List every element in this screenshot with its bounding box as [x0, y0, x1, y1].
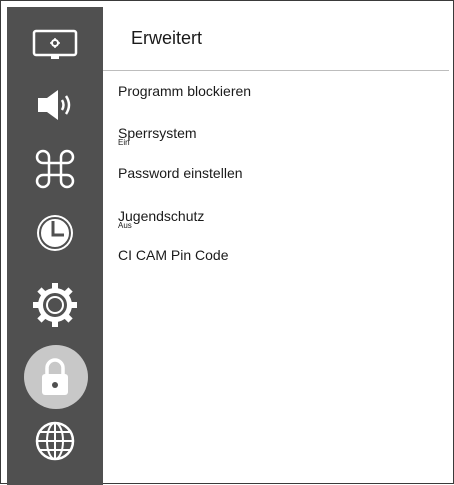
speaker-icon: [38, 90, 71, 120]
globe-icon: [35, 421, 75, 461]
page-title: Erweitert: [131, 28, 203, 48]
sidebar-item-sound[interactable]: [7, 73, 103, 137]
sidebar-item-command[interactable]: [7, 137, 103, 201]
menu-item-label: Programm blockieren: [118, 83, 252, 99]
menu-item-programm-blockieren[interactable]: Programm blockieren: [118, 83, 251, 99]
clock-icon: [37, 215, 73, 251]
menu-item-ci-cam-pin-code[interactable]: CI CAM Pin Code: [118, 247, 228, 263]
command-key-icon: [35, 149, 75, 189]
monitor-icon: [32, 29, 78, 59]
menu-item-label: Sperrsystem: [118, 125, 197, 141]
sidebar-item-network[interactable]: [7, 409, 103, 473]
screen-frame: Erweitert Programm blockieren Sperrsyste…: [0, 0, 454, 485]
sidebar: [7, 7, 103, 485]
sidebar-item-timer[interactable]: [7, 201, 103, 265]
menu-item-jugendschutz[interactable]: Jugendschutz Aus: [118, 208, 204, 230]
sidebar-item-settings[interactable]: [7, 273, 103, 337]
sidebar-item-lock[interactable]: [7, 345, 103, 409]
menu-item-label: Password einstellen: [118, 165, 243, 181]
gear-icon: [33, 283, 77, 327]
menu-item-sperrsystem[interactable]: Sperrsystem Ein: [118, 125, 197, 147]
sidebar-item-display[interactable]: [7, 17, 103, 73]
lock-icon: [42, 358, 68, 395]
menu-item-password-einstellen[interactable]: Password einstellen: [118, 165, 243, 181]
header: Erweitert: [103, 7, 449, 71]
menu-item-label: CI CAM Pin Code: [118, 247, 229, 263]
